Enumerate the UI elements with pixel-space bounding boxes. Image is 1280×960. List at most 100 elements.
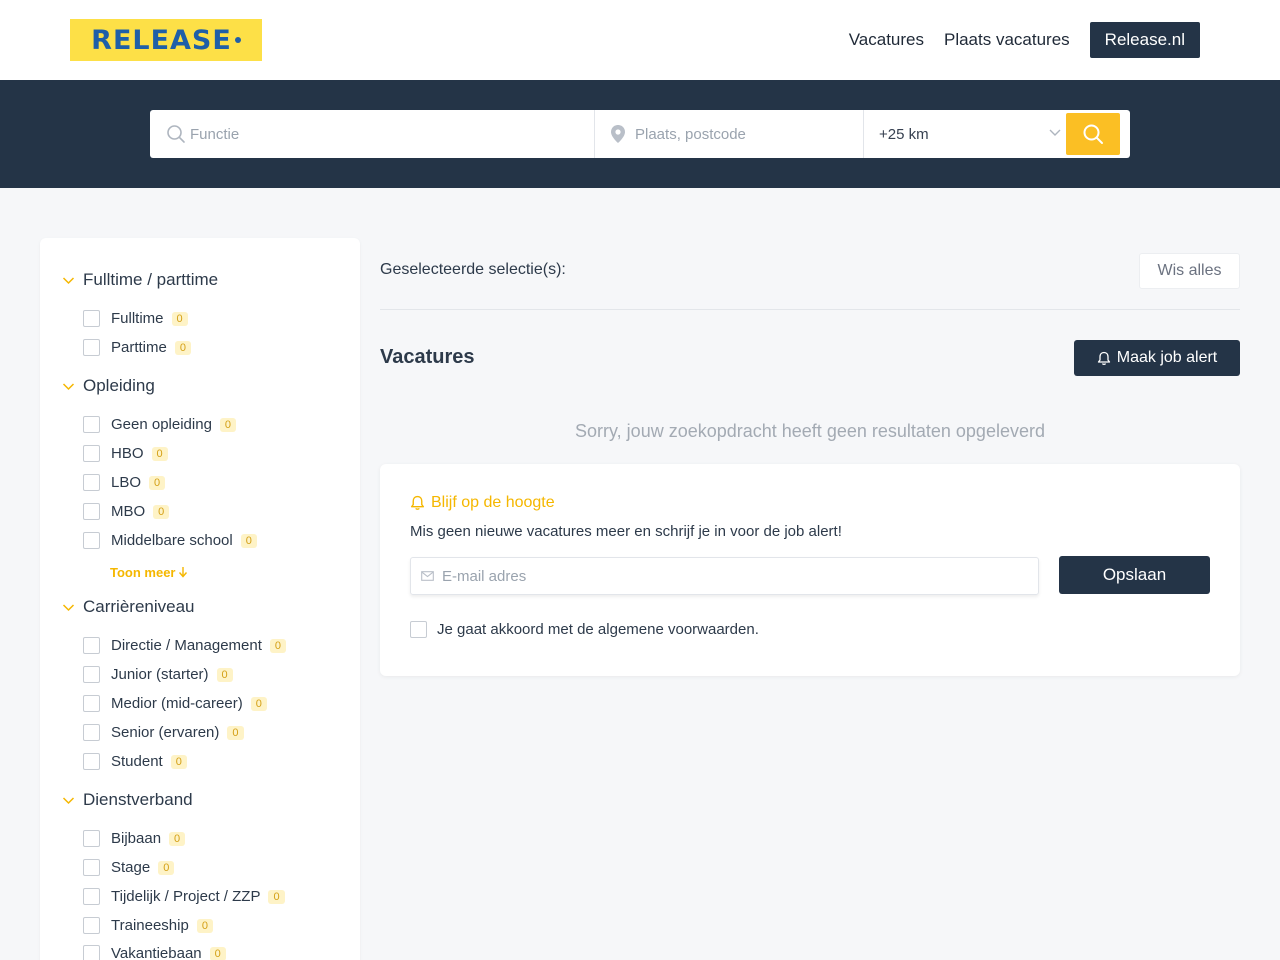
filter-item[interactable]: Traineeship 0	[83, 917, 213, 934]
bell-icon	[1097, 351, 1110, 365]
checkbox[interactable]	[83, 416, 100, 433]
filter-group-title: Dienstverband	[83, 790, 193, 809]
terms-label: Je gaat akkoord met de algemene voorwaar…	[437, 621, 759, 638]
filter-item[interactable]: Middelbare school 0	[83, 532, 257, 549]
filter-label: Geen opleiding	[111, 416, 212, 433]
no-results-message: Sorry, jouw zoekopdracht heeft geen resu…	[575, 421, 1045, 441]
filter-item[interactable]: Parttime 0	[83, 339, 191, 356]
filter-count-badge: 0	[171, 311, 188, 326]
chevron-down-icon	[1049, 129, 1061, 136]
checkbox[interactable]	[83, 474, 100, 491]
checkbox[interactable]	[83, 310, 100, 327]
job-alert-label: Maak job alert	[1116, 349, 1218, 366]
filter-item[interactable]: Stage 0	[83, 859, 175, 876]
release-nl-button[interactable]: Release.nl	[1089, 22, 1200, 58]
search-band: +25 km	[0, 80, 1280, 188]
save-button[interactable]: Opslaan	[1059, 556, 1210, 594]
filter-label: Directie / Management	[111, 637, 262, 654]
checkbox[interactable]	[83, 503, 100, 520]
filter-group-carriereniveau[interactable]: Carrièreniveau	[62, 597, 195, 617]
checkbox[interactable]	[83, 666, 100, 683]
job-alert-button[interactable]: Maak job alert	[1074, 340, 1240, 376]
range-select[interactable]: +25 km	[864, 110, 1072, 158]
nav-plaats-vacatures[interactable]: Plaats vacatures	[944, 30, 1070, 50]
checkbox[interactable]	[83, 637, 100, 654]
filter-item[interactable]: LBO 0	[83, 474, 166, 491]
filter-count-badge: 0	[151, 446, 168, 461]
toon-meer-link[interactable]: Toon meer	[110, 565, 188, 580]
checkbox[interactable]	[83, 917, 100, 934]
filter-label: LBO	[111, 474, 142, 491]
logo-text: RELEASE	[91, 24, 232, 56]
filter-count-badge: 0	[174, 340, 191, 355]
filter-item[interactable]: Vakantiebaan 0	[83, 945, 226, 960]
search-icon	[1083, 124, 1103, 144]
filter-group-title: Fulltime / parttime	[83, 270, 219, 289]
checkbox[interactable]	[83, 945, 100, 960]
terms-checkbox-row[interactable]: Je gaat akkoord met de algemene voorwaar…	[410, 621, 759, 638]
checkbox[interactable]	[83, 830, 100, 847]
filter-item[interactable]: Student 0	[83, 753, 187, 770]
checkbox[interactable]	[83, 888, 100, 905]
filter-label: Stage	[111, 859, 151, 876]
filter-item[interactable]: Senior (ervaren) 0	[83, 724, 244, 741]
filter-count-badge: 0	[227, 725, 244, 740]
nav-vacatures[interactable]: Vacatures	[849, 30, 924, 50]
filter-item[interactable]: Geen opleiding 0	[83, 416, 237, 433]
plaats-field	[595, 110, 864, 158]
filter-count-badge: 0	[149, 475, 166, 490]
filter-label: HBO	[111, 445, 144, 462]
filter-count-badge: 0	[158, 860, 175, 875]
chevron-down-icon	[62, 382, 75, 390]
filter-count-badge: 0	[170, 754, 187, 769]
filter-label: Fulltime	[111, 310, 164, 327]
search-icon	[167, 125, 185, 143]
filter-item[interactable]: HBO 0	[83, 445, 168, 462]
filter-item[interactable]: Fulltime 0	[83, 310, 188, 327]
terms-checkbox[interactable]	[410, 621, 427, 638]
filter-item[interactable]: Directie / Management 0	[83, 637, 287, 654]
email-input[interactable]	[442, 567, 1022, 585]
checkbox[interactable]	[83, 532, 100, 549]
filter-count-badge: 0	[219, 417, 237, 432]
range-value: +25 km	[879, 125, 929, 143]
checkbox[interactable]	[83, 695, 100, 712]
chevron-down-icon	[62, 796, 75, 804]
search-button[interactable]	[1066, 113, 1120, 155]
functie-input[interactable]	[190, 125, 594, 143]
alert-card-title-text: Blijf op de hoogte	[431, 494, 555, 511]
checkbox[interactable]	[83, 445, 100, 462]
filter-item[interactable]: Bijbaan 0	[83, 830, 186, 847]
clear-all-button[interactable]: Wis alles	[1139, 253, 1240, 289]
toon-meer-label: Toon meer	[110, 565, 176, 580]
filter-item[interactable]: Medior (mid-career) 0	[83, 695, 267, 712]
checkbox[interactable]	[83, 859, 100, 876]
filter-sidebar: Fulltime / parttime Fulltime 0 Parttime 0 …	[40, 238, 360, 960]
filter-count-badge: 0	[209, 946, 226, 960]
release-logo[interactable]: RELEASE	[70, 19, 262, 61]
bell-icon	[410, 495, 425, 510]
chevron-down-icon	[62, 276, 75, 284]
checkbox[interactable]	[83, 753, 100, 770]
arrow-down-icon	[178, 567, 187, 578]
mail-icon	[421, 571, 434, 581]
search-bar: +25 km	[150, 110, 1130, 158]
job-alert-card: Blijf op de hoogte Mis geen nieuwe vacat…	[380, 464, 1240, 676]
filter-label: Student	[111, 753, 163, 770]
filter-count-badge: 0	[269, 638, 287, 653]
filter-item[interactable]: Tijdelijk / Project / ZZP 0	[83, 888, 285, 905]
filter-group-fulltime-parttime[interactable]: Fulltime / parttime	[62, 270, 218, 290]
filter-item[interactable]: MBO 0	[83, 503, 170, 520]
main-nav: Vacatures Plaats vacatures Release.nl	[829, 22, 1200, 58]
selection-title: Geselecteerde selectie(s):	[380, 261, 566, 278]
checkbox[interactable]	[83, 339, 100, 356]
filter-group-opleiding[interactable]: Opleiding	[62, 376, 155, 396]
filter-count-badge: 0	[169, 831, 186, 846]
filter-group-dienstverband[interactable]: Dienstverband	[62, 790, 193, 810]
filter-item[interactable]: Junior (starter) 0	[83, 666, 233, 683]
plaats-input[interactable]	[635, 125, 863, 143]
divider	[380, 309, 1240, 310]
filter-label: Medior (mid-career)	[111, 695, 243, 712]
checkbox[interactable]	[83, 724, 100, 741]
location-pin-icon	[611, 125, 625, 143]
